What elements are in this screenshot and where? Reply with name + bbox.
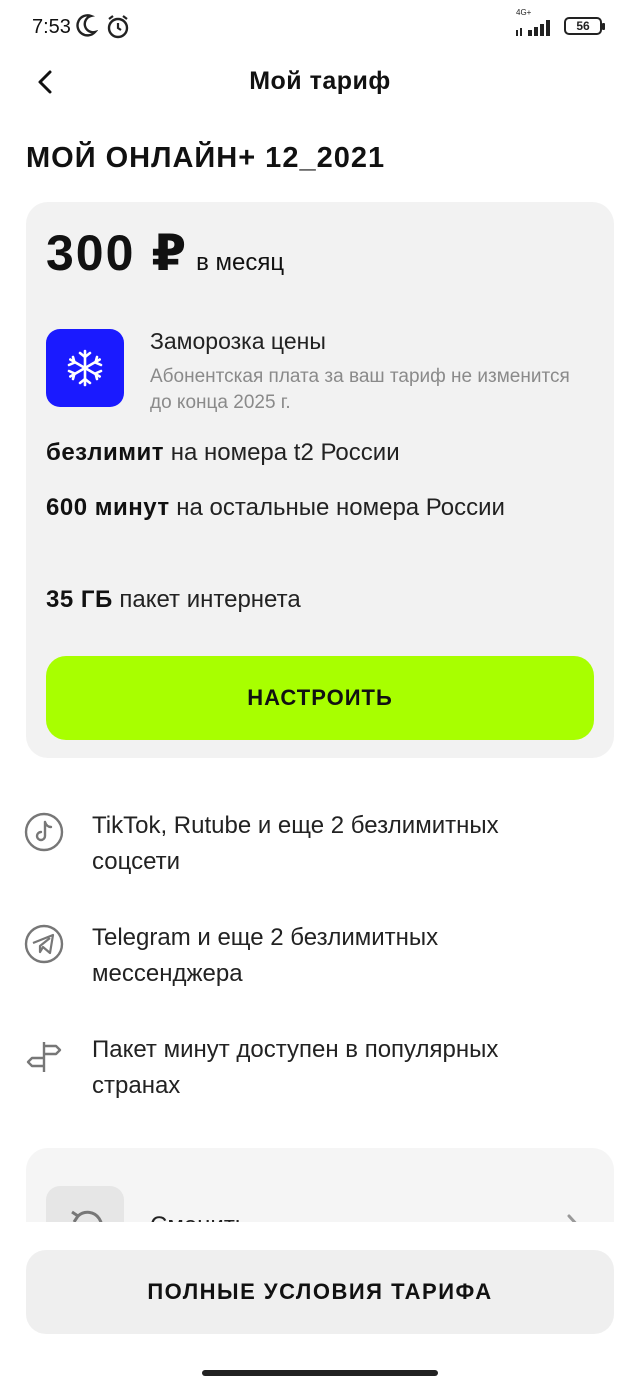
configure-button[interactable]: НАСТРОИТЬ <box>46 656 594 740</box>
freeze-description: Абонентская плата за ваш тариф не измени… <box>150 366 570 413</box>
price-value: 300 ₽ <box>46 225 189 281</box>
alarm-icon <box>106 13 130 46</box>
bottom-sheet: ПОЛНЫЕ УСЛОВИЯ ТАРИФА <box>0 1222 640 1387</box>
snowflake-icon <box>46 329 124 407</box>
signal-icon: 4G+ <box>516 8 554 36</box>
moon-icon <box>76 13 99 44</box>
page-title: Мой тариф <box>249 67 391 95</box>
feature-text: на остальные номера России <box>169 494 505 521</box>
feature-bold: 35 ГБ <box>46 586 113 613</box>
perk-text: Telegram и еще 2 безлимитных мессенджера <box>92 924 439 987</box>
plan-name: МОЙ ОНЛАЙН+ 12_2021 <box>26 142 386 174</box>
perk-text: TikTok, Rutube и еще 2 безлимитных соцсе… <box>92 812 499 875</box>
home-indicator <box>202 1370 438 1376</box>
telegram-icon <box>24 924 64 964</box>
top-nav: Мой тариф <box>0 56 640 106</box>
status-time: 7:53 <box>32 16 71 38</box>
battery-indicator: 56 <box>564 17 605 35</box>
feature-unlimited: безлимит на номера t2 России <box>46 435 586 471</box>
feature-bold: безлимит <box>46 439 165 466</box>
network-type: 4G+ <box>516 8 532 17</box>
feature-minutes: 600 минут на остальные номера России <box>46 490 586 526</box>
feature-text: на номера t2 России <box>164 439 400 466</box>
feature-bold: 600 минут <box>46 494 170 521</box>
full-terms-button[interactable]: ПОЛНЫЕ УСЛОВИЯ ТАРИФА <box>26 1250 614 1334</box>
plan-card: 300 ₽ в месяц Заморозка цены Абонентская… <box>26 202 614 758</box>
tiktok-icon <box>24 812 64 852</box>
signpost-icon <box>24 1036 64 1076</box>
perk-text: Пакет минут доступен в популярных страна… <box>92 1036 499 1099</box>
feature-text: пакет интернета <box>112 586 301 613</box>
freeze-title: Заморозка цены <box>150 328 326 354</box>
price-row: 300 ₽ в месяц <box>46 224 284 282</box>
feature-internet: 35 ГБ пакет интернета <box>46 582 586 618</box>
status-bar: 7:53 4G+ 56 <box>0 0 640 56</box>
price-period: в месяц <box>196 249 285 276</box>
